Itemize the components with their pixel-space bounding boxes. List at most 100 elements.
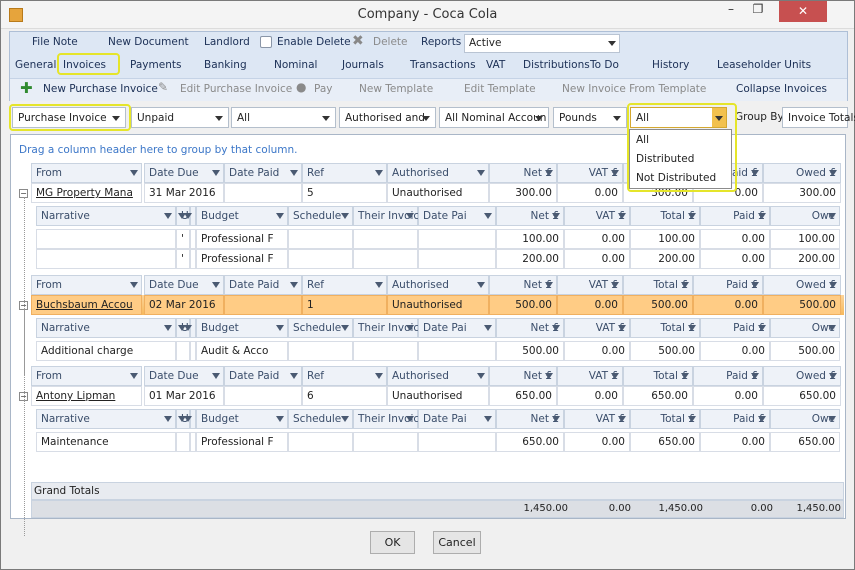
invoice-cell[interactable]: Buchsbaum Accou [31, 295, 142, 315]
currency-select[interactable]: Pounds [553, 107, 627, 128]
column-header[interactable]: Paid £ [693, 275, 763, 295]
column-header[interactable]: Ref [302, 366, 387, 386]
filter-icon[interactable] [212, 170, 220, 176]
filter-icon[interactable] [477, 170, 485, 176]
filter-icon[interactable] [758, 213, 766, 219]
filter-icon[interactable] [681, 282, 689, 288]
filter-icon[interactable] [406, 325, 414, 331]
invoice-cell[interactable]: MG Property Mana [31, 183, 142, 203]
tab-general[interactable]: General [15, 59, 56, 71]
filter-icon[interactable] [184, 213, 192, 219]
filter-icon[interactable] [290, 282, 298, 288]
filter-icon[interactable] [611, 373, 619, 379]
filter-icon[interactable] [477, 373, 485, 379]
minimize-button[interactable]: – [718, 2, 744, 22]
filter-icon[interactable] [552, 325, 560, 331]
tab-leaseholder-units[interactable]: Leaseholder Units [717, 59, 811, 71]
filter-icon[interactable] [341, 325, 349, 331]
new-document-button[interactable]: New Document [108, 36, 189, 48]
column-header[interactable]: Date Due [144, 163, 224, 183]
edit-purchase-invoice-button[interactable]: Edit Purchase Invoice [180, 83, 292, 95]
filter-icon[interactable] [611, 282, 619, 288]
filter-icon[interactable] [130, 373, 138, 379]
tab-nominal[interactable]: Nominal [274, 59, 317, 99]
invoice-cell[interactable]: Antony Lipman [31, 386, 142, 406]
column-header[interactable]: Net £ [489, 163, 557, 183]
filter-icon[interactable] [751, 373, 759, 379]
line-column-header[interactable]: VAT £ [564, 206, 630, 226]
filter-icon[interactable] [375, 373, 383, 379]
line-column-header[interactable]: Their Invoice [353, 206, 426, 226]
filter-icon[interactable] [276, 325, 284, 331]
column-header[interactable]: Owed £ [763, 275, 841, 295]
filter-icon[interactable] [276, 416, 284, 422]
filter-icon[interactable] [164, 213, 172, 219]
ok-button[interactable]: OK [370, 531, 415, 554]
line-column-header[interactable]: Owe [770, 409, 840, 429]
tab-todo[interactable]: To Do [590, 59, 619, 99]
reports-select[interactable]: Active [464, 34, 620, 53]
line-column-header[interactable]: Narrative [36, 206, 176, 226]
filter-icon[interactable] [681, 373, 689, 379]
filter-icon[interactable] [375, 170, 383, 176]
line-column-header[interactable]: Their Invoice [353, 318, 426, 338]
filter-icon[interactable] [212, 282, 220, 288]
line-column-header[interactable]: VAT £ [564, 409, 630, 429]
filter-icon[interactable] [618, 416, 626, 422]
line-column-header[interactable]: Total £ [630, 318, 700, 338]
line-column-header[interactable]: Date Pai [418, 409, 496, 429]
tab-history[interactable]: History [652, 59, 689, 99]
column-header[interactable]: Date Paid [224, 163, 302, 183]
tab-distributions[interactable]: Distributions [523, 59, 590, 71]
tab-vat[interactable]: VAT [486, 59, 505, 71]
filter-icon[interactable] [406, 213, 414, 219]
authorised-select[interactable]: Authorised and [339, 107, 436, 128]
filter-icon[interactable] [484, 325, 492, 331]
column-header[interactable]: From [31, 163, 142, 183]
maximize-button[interactable]: ❐ [745, 2, 771, 22]
column-header[interactable]: From [31, 275, 142, 295]
filter-icon[interactable] [552, 213, 560, 219]
new-invoice-from-template-button[interactable]: New Invoice From Template [562, 83, 706, 95]
column-header[interactable]: Date Due [144, 366, 224, 386]
delete-button[interactable]: Delete [373, 36, 408, 48]
filter-icon[interactable] [758, 416, 766, 422]
file-note-button[interactable]: File Note [32, 36, 78, 48]
filter-icon[interactable] [751, 170, 759, 176]
filter-icon[interactable] [688, 325, 696, 331]
column-header[interactable]: VAT £ [557, 366, 623, 386]
column-header[interactable]: From [31, 366, 142, 386]
column-header[interactable]: Net £ [489, 366, 557, 386]
line-column-header[interactable]: Paid £ [700, 318, 770, 338]
line-column-header[interactable]: Budget [196, 409, 288, 429]
line-column-header[interactable]: Total £ [630, 409, 700, 429]
filter-icon[interactable] [545, 282, 553, 288]
filter-icon[interactable] [212, 373, 220, 379]
column-header[interactable]: Net £ [489, 275, 557, 295]
column-header[interactable]: Date Due [144, 275, 224, 295]
filter-icon[interactable] [164, 416, 172, 422]
filter-icon[interactable] [484, 213, 492, 219]
filter-icon[interactable] [375, 282, 383, 288]
line-column-header[interactable]: Budget [196, 206, 288, 226]
filter-icon[interactable] [829, 282, 837, 288]
column-header[interactable]: Ref [302, 275, 387, 295]
filter-icon[interactable] [618, 325, 626, 331]
column-header[interactable]: VAT £ [557, 163, 623, 183]
column-header[interactable]: Owed £ [763, 163, 841, 183]
new-template-button[interactable]: New Template [359, 83, 433, 95]
line-column-header[interactable]: Paid £ [700, 409, 770, 429]
filter-icon[interactable] [611, 170, 619, 176]
filter-icon[interactable] [758, 325, 766, 331]
filter-icon[interactable] [130, 282, 138, 288]
tab-transactions[interactable]: Transactions [410, 59, 476, 71]
filter-icon[interactable] [828, 213, 836, 219]
filter-icon[interactable] [545, 170, 553, 176]
filter-icon[interactable] [484, 416, 492, 422]
filter-icon[interactable] [130, 170, 138, 176]
all-select[interactable]: All [231, 107, 336, 128]
status-select[interactable]: Unpaid [131, 107, 229, 128]
filter-icon[interactable] [276, 213, 284, 219]
filter-icon[interactable] [552, 416, 560, 422]
line-column-header[interactable]: Narrative [36, 409, 176, 429]
